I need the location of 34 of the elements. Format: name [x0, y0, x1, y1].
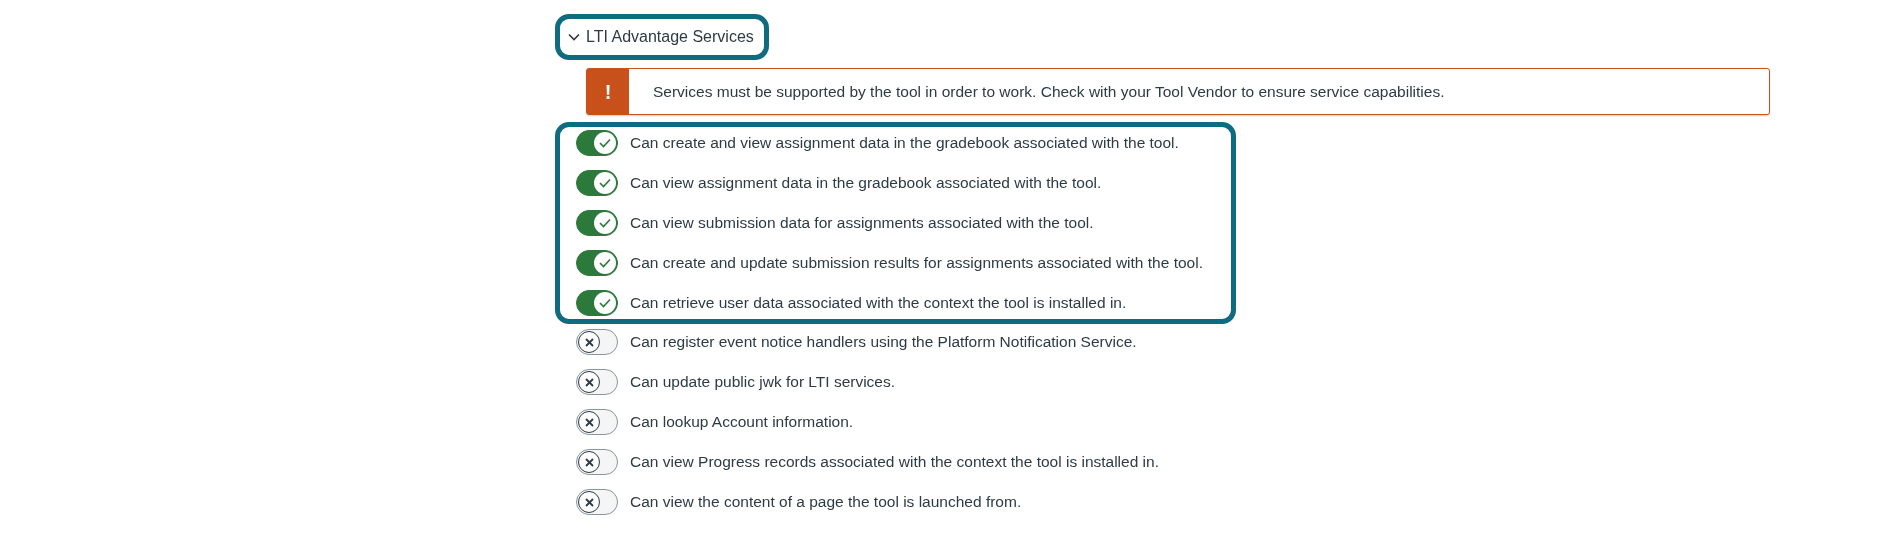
section-toggle[interactable]: LTI Advantage Services — [555, 14, 769, 60]
toggle-switch[interactable] — [576, 489, 618, 515]
x-icon — [584, 497, 594, 507]
x-icon — [584, 417, 594, 427]
toggle-switch[interactable] — [576, 210, 618, 236]
service-label: Can view Progress records associated with the context the tool is installed in. — [630, 452, 1159, 473]
check-icon — [599, 298, 611, 308]
toggle-switch[interactable] — [576, 290, 618, 316]
service-label: Can view assignment data in the gradebook associated with the tool. — [630, 173, 1102, 194]
check-icon — [599, 258, 611, 268]
check-icon — [599, 138, 611, 148]
service-label: Can retrieve user data associated with the context the tool is installed in. — [630, 293, 1127, 314]
check-icon — [599, 178, 611, 188]
toggle-switch[interactable] — [576, 449, 618, 475]
service-label: Can view submission data for assignments associated with the tool. — [630, 213, 1094, 234]
alert-message: Services must be supported by the tool in order to work. Check with your Tool Vendor to ensure service capabilities. — [653, 81, 1445, 102]
service-label: Can register event notice handlers using the Platform Notification Service. — [630, 332, 1137, 353]
x-icon — [584, 457, 594, 467]
service-label: Can create and view assignment data in the gradebook associated with the tool. — [630, 133, 1179, 154]
check-icon — [599, 218, 611, 228]
alert-icon: ! — [587, 69, 629, 114]
service-label: Can view the content of a page the tool is launched from. — [630, 492, 1022, 513]
toggle-switch[interactable] — [576, 329, 618, 355]
toggle-switch[interactable] — [576, 130, 618, 156]
x-icon — [584, 377, 594, 387]
toggle-switch[interactable] — [576, 250, 618, 276]
service-label: Can lookup Account information. — [630, 412, 854, 433]
service-label: Can update public jwk for LTI services. — [630, 372, 896, 393]
toggle-switch[interactable] — [576, 369, 618, 395]
service-label: Can create and update submission results for assignments associated with the tool. — [630, 253, 1203, 274]
x-icon — [584, 337, 594, 347]
toggle-switch[interactable] — [576, 409, 618, 435]
toggle-switch[interactable] — [576, 170, 618, 196]
chevron-icon — [568, 33, 580, 41]
